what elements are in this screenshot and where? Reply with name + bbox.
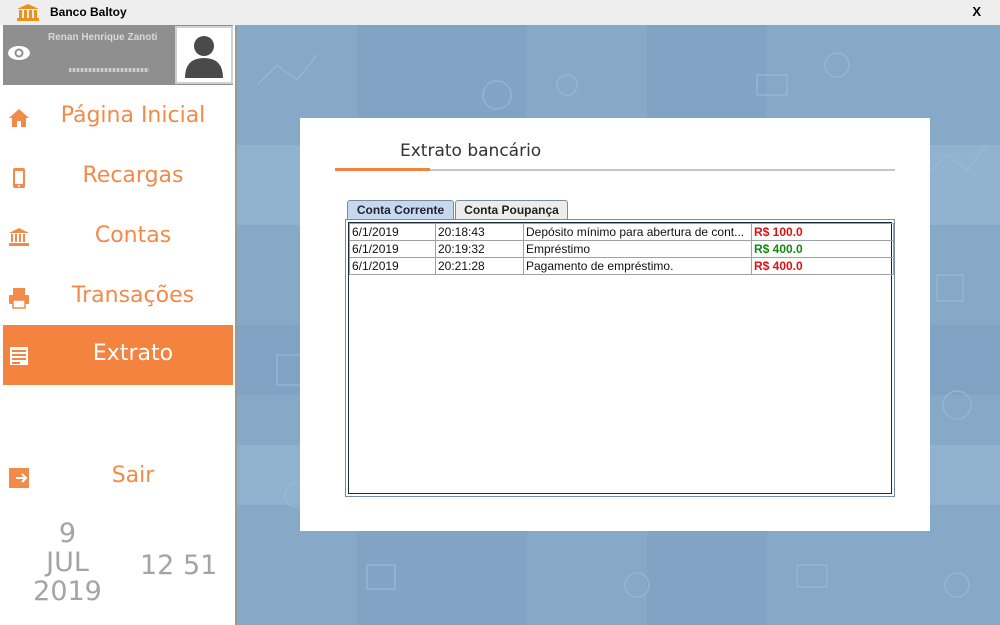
window-title: Banco Baltoy [50, 5, 127, 19]
eye-icon[interactable] [3, 25, 36, 85]
bank-icon [9, 228, 29, 246]
tab-conta-poupanca[interactable]: Conta Poupança [455, 200, 568, 219]
close-button[interactable]: X [972, 4, 981, 19]
bank-logo-icon [17, 4, 39, 21]
title-bar: Banco Baltoy X [0, 0, 1000, 26]
row-date: 6/1/2019 [349, 223, 436, 241]
row-description: Pagamento de empréstimo. [523, 257, 752, 275]
row-amount: R$ 400.0 [751, 257, 894, 275]
row-time: 20:19:32 [435, 240, 524, 258]
sidebar: Renan Henrique Zanoti Página Inicial Rec… [0, 25, 237, 625]
logout-icon [9, 468, 29, 488]
statement-table-container[interactable]: 6/1/2019 20:18:43 Depósito mínimo para a… [348, 222, 894, 494]
avatar [175, 26, 233, 84]
row-time: 20:18:43 [435, 223, 524, 241]
home-icon [9, 109, 29, 127]
page-title: Extrato bancário [400, 141, 542, 161]
statement-table-frame: 6/1/2019 20:18:43 Depósito mínimo para a… [345, 219, 895, 497]
table-row[interactable]: 6/1/2019 20:21:28 Pagamento de empréstim… [349, 257, 894, 275]
title-divider-accent [335, 168, 430, 171]
nav-label: Página Inicial [60, 103, 206, 128]
row-time: 20:21:28 [435, 257, 524, 275]
clock-time: 12 51 [140, 550, 218, 581]
user-silhouette-icon [185, 36, 223, 78]
nav-label: Contas [94, 223, 172, 248]
user-name: Renan Henrique Zanoti [48, 32, 158, 43]
nav-item-contas[interactable]: Contas [3, 207, 233, 267]
row-date: 6/1/2019 [349, 257, 436, 275]
row-description: Empréstimo [523, 240, 752, 258]
date-year: 2019 [33, 576, 102, 607]
nav-item-transacoes[interactable]: Transações [3, 267, 233, 327]
row-description: Depósito mínimo para abertura de cont... [523, 223, 752, 241]
phone-icon [13, 168, 25, 188]
tab-conta-corrente[interactable]: Conta Corrente [347, 200, 454, 219]
table-row[interactable]: 6/1/2019 20:18:43 Depósito mínimo para a… [349, 223, 894, 241]
statement-table: 6/1/2019 20:18:43 Depósito mínimo para a… [349, 223, 894, 275]
nav-item-pagina-inicial[interactable]: Página Inicial [3, 87, 233, 147]
row-date: 6/1/2019 [349, 240, 436, 258]
table-row[interactable]: 6/1/2019 20:19:32 Empréstimo R$ 400.0 [349, 240, 894, 258]
statement-panel: Extrato bancário Conta Corrente Conta Po… [300, 118, 930, 531]
statement-icon [10, 347, 28, 365]
row-amount: R$ 400.0 [751, 240, 894, 258]
row-amount: R$ 100.0 [751, 223, 894, 241]
nav-label: Extrato [92, 341, 174, 366]
date-day: 9 [58, 518, 77, 549]
printer-icon [9, 288, 29, 309]
date-month: JUL [46, 547, 89, 578]
user-detail-masked [69, 68, 149, 72]
nav-item-extrato[interactable]: Extrato [3, 325, 233, 385]
user-card: Renan Henrique Zanoti [3, 25, 233, 85]
nav-label: Transações [71, 283, 195, 308]
nav-item-sair[interactable]: Sair [3, 447, 233, 507]
nav-item-recargas[interactable]: Recargas [3, 147, 233, 207]
nav-label: Sair [111, 463, 155, 488]
nav-label: Recargas [82, 163, 184, 188]
